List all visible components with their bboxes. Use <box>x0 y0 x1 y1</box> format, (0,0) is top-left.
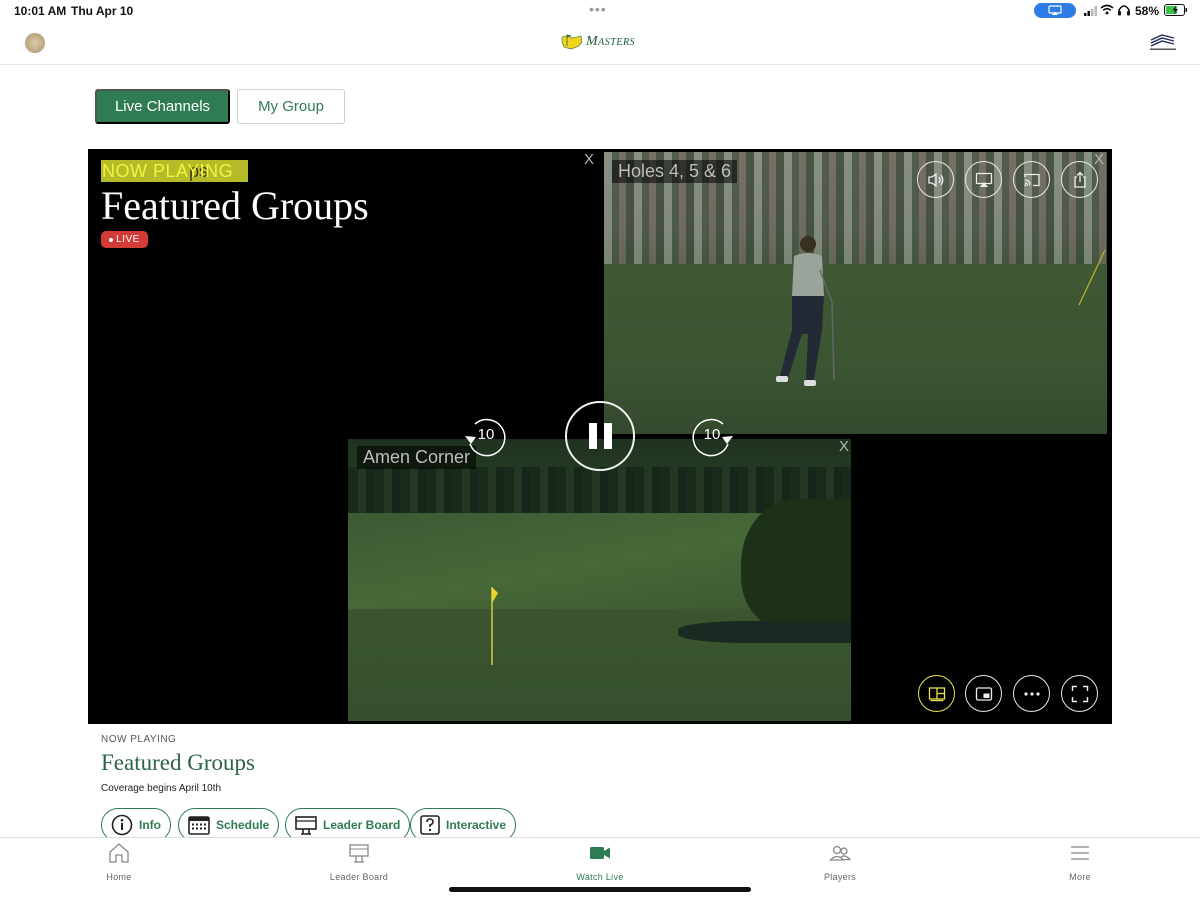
status-date: Thu Apr 10 <box>71 4 134 18</box>
tab-players[interactable]: Players <box>780 838 900 888</box>
cellular-signal-icon <box>1084 5 1098 19</box>
augusta-map-icon <box>561 34 583 50</box>
now-playing-title: Featured Groups <box>101 750 255 775</box>
tab-watch-live-label: Watch Live <box>576 872 624 882</box>
live-channels-button[interactable]: Live Channels <box>95 89 230 124</box>
live-dot-icon <box>109 237 114 242</box>
fullscreen-button[interactable] <box>1061 675 1098 712</box>
golfer-figure <box>776 236 835 386</box>
multiview-button[interactable] <box>918 675 955 712</box>
battery-icon <box>1164 4 1188 19</box>
live-badge-text: LIVE <box>116 234 140 245</box>
airplay-icon <box>975 172 992 187</box>
masters-logo: Masters <box>561 33 635 51</box>
now-playing-small-label: NOW PLAYING <box>101 734 177 745</box>
close-main-feed-button[interactable]: X <box>584 151 594 168</box>
picture-in-picture-button[interactable] <box>965 675 1002 712</box>
skip-back-seconds: 10 <box>477 426 495 443</box>
now-playing-label: NOW PLAYING <box>102 161 234 181</box>
question-icon <box>420 815 440 835</box>
cast-button[interactable] <box>1013 161 1050 198</box>
share-button[interactable] <box>1061 161 1098 198</box>
pin-shadow-line <box>1078 250 1106 306</box>
schedule-button-label: Schedule <box>216 818 270 832</box>
tab-leader-board-label: Leader Board <box>329 872 389 882</box>
players-icon <box>829 845 851 861</box>
multitasking-dots[interactable]: ••• <box>589 1 607 17</box>
tab-more[interactable]: More <box>1020 838 1140 888</box>
live-badge: LIVE <box>101 231 148 248</box>
pause-icon <box>588 423 597 449</box>
feed-amen-corner[interactable] <box>348 439 851 721</box>
status-time: 10:01 AM <box>14 4 67 18</box>
multiview-icon <box>928 686 945 701</box>
interactive-button-label: Interactive <box>446 818 507 832</box>
tab-home-label: Home <box>106 872 132 882</box>
tab-home[interactable]: Home <box>59 838 179 888</box>
bushes <box>741 499 851 629</box>
pin-flag-icon <box>491 587 498 665</box>
app-header: Masters <box>0 22 1200 65</box>
video-camera-icon <box>590 847 610 859</box>
screen-mirroring-indicator <box>1034 3 1076 18</box>
skip-forward-button[interactable]: 10 <box>689 414 735 460</box>
home-indicator[interactable] <box>449 887 751 892</box>
volume-button[interactable] <box>917 161 954 198</box>
skip-forward-seconds: 10 <box>703 426 721 443</box>
battery-percentage: 58% <box>1135 4 1160 18</box>
close-amen-feed-button[interactable]: X <box>839 438 849 455</box>
sponsor-logo <box>1148 34 1178 57</box>
share-icon <box>1073 171 1086 188</box>
coverage-subtitle: Coverage begins April 10th <box>101 783 222 794</box>
more-options-button[interactable] <box>1013 675 1050 712</box>
hamburger-menu-icon <box>1071 846 1089 860</box>
home-icon <box>109 843 129 863</box>
speaker-icon <box>927 172 943 187</box>
airplay-button[interactable] <box>965 161 1002 198</box>
wifi-icon <box>1100 4 1114 18</box>
masters-seal-icon[interactable] <box>25 33 45 53</box>
pip-icon <box>975 686 992 701</box>
sponsor-flag-icon <box>1150 34 1176 50</box>
tab-more-label: More <box>1069 872 1091 882</box>
video-player[interactable]: Holes 4, 5 & 6 Amen Corner X X X ps NOW … <box>88 149 1112 724</box>
leaderboard-icon <box>295 816 317 835</box>
player-title: Featured Groups <box>101 183 369 228</box>
fullscreen-icon <box>1071 685 1088 702</box>
tab-players-label: Players <box>823 872 857 882</box>
feed-label-holes: Holes 4, 5 & 6 <box>612 160 738 183</box>
cast-icon <box>1023 173 1040 186</box>
close-holes-feed-button[interactable]: X <box>1094 151 1104 168</box>
leader-board-button-label: Leader Board <box>323 818 401 832</box>
tab-leader-board[interactable]: Leader Board <box>299 838 419 888</box>
my-group-button[interactable]: My Group <box>237 89 345 124</box>
info-button-label: Info <box>139 818 161 832</box>
tab-watch-live[interactable]: Watch Live <box>540 838 660 888</box>
water-hazard <box>678 621 851 643</box>
calendar-icon <box>188 816 210 835</box>
feed-label-amen-corner: Amen Corner <box>357 446 477 469</box>
now-playing-info: NOW PLAYING Featured Groups Coverage beg… <box>101 734 255 794</box>
masters-wordmark: Masters <box>586 34 636 49</box>
pause-button[interactable] <box>565 401 635 471</box>
status-bar: 10:01 AM Thu Apr 10 ••• 58% <box>0 0 1200 22</box>
info-icon <box>111 814 133 836</box>
headphones-icon <box>1117 4 1131 19</box>
leaderboard-icon <box>349 844 369 863</box>
skip-back-button[interactable]: 10 <box>463 414 509 460</box>
ellipsis-icon <box>1023 691 1040 696</box>
putting-green <box>604 264 1107 434</box>
airplay-icon <box>1048 5 1062 15</box>
